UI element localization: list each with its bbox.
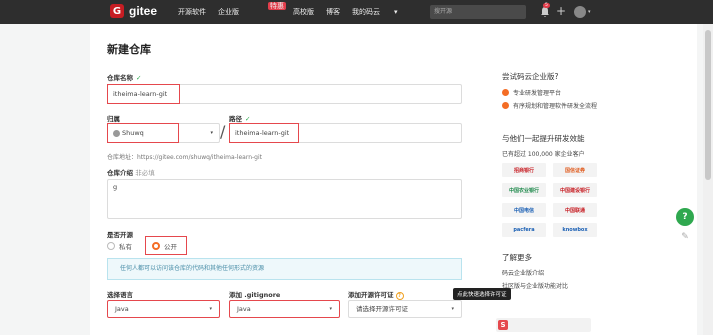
nav-link-edu[interactable]: 高校版 (293, 7, 314, 17)
chevron-down-icon: ▾ (329, 306, 332, 312)
owner-highlight (107, 123, 179, 143)
description-textarea[interactable]: g (107, 179, 462, 219)
nav-links: 开源软件 企业版 特惠 高校版 博客 我的码云 ▾ (178, 0, 422, 24)
check-circle-icon (502, 89, 509, 96)
logo-pacfera: pacfera (502, 223, 546, 237)
scrollbar-thumb[interactable] (705, 30, 711, 180)
nav-link-enterprise[interactable]: 企业版 特惠 (218, 2, 286, 17)
description-label-text: 仓库介绍 (107, 169, 133, 177)
radio-private[interactable]: 私有 (107, 241, 132, 251)
link-compare[interactable]: 社区版与企业版功能对比 (502, 281, 568, 290)
nav-link-blog[interactable]: 博客 (326, 7, 340, 17)
license-label: 添加开源许可证? (348, 289, 404, 300)
open-source-label: 是否开源 (107, 231, 133, 239)
check-icon: ✓ (245, 115, 251, 123)
public-info-banner: 任何人都可以访问该仓库的代码和其他任何形式的资源 (107, 258, 462, 280)
brand-name: gitee (129, 4, 158, 18)
avatar-chevron-down-icon[interactable]: ▾ (588, 9, 591, 15)
plus-icon[interactable]: + (556, 4, 566, 18)
nav-link-enterprise-label: 企业版 (218, 8, 239, 16)
new-repo-card: 新建仓库 仓库名称 ✓ itheima-learn-git 归属 路径 ✓ Shuw… (90, 24, 697, 335)
edit-icon[interactable]: ✎ (678, 232, 692, 246)
language-label: 选择语言 (107, 291, 133, 299)
radio-private-label: 私有 (119, 243, 132, 251)
radio-circle (107, 242, 115, 250)
feature-item: 有序规划和管理软件研发全流程 (502, 101, 597, 110)
license-select[interactable]: 请选择开源许可证 ▾ (348, 300, 462, 318)
gitignore-value: Java (237, 305, 251, 313)
language-value: Java (115, 305, 129, 313)
logo-telecom: 中国电信 (502, 203, 546, 217)
gitignore-select[interactable]: Java ▾ (229, 300, 340, 318)
enterprise-title: 尝试码云企业版? (502, 72, 559, 81)
repo-name-highlight (107, 84, 180, 104)
path-highlight (229, 123, 299, 143)
feature-text: 专业研发管理平台 (513, 90, 562, 97)
chevron-down-icon: ▾ (210, 130, 213, 136)
public-highlight (145, 236, 187, 255)
feature-text: 有序规划和管理软件研发全流程 (513, 103, 598, 110)
logo-unicom: 中国联通 (553, 203, 597, 217)
nav-link-opensource[interactable]: 开源软件 (178, 7, 206, 17)
sogou-icon: S (498, 320, 508, 330)
repo-url-text: 仓库地址：https://gitee.com/shuwq/itheima-lea… (107, 154, 262, 161)
gitignore-label: 添加 .gitignore (229, 291, 281, 299)
nav-link-my-label: 我的码云 (352, 8, 380, 16)
language-select[interactable]: Java ▾ (107, 300, 220, 318)
repo-name-label-text: 仓库名称 (107, 74, 133, 82)
path-label-text: 路径 (229, 115, 242, 123)
notification-bell[interactable]: 5 (539, 3, 551, 18)
chevron-down-icon: ▾ (394, 8, 398, 16)
special-badge: 特惠 (268, 2, 286, 10)
link-enterprise-intro[interactable]: 码云企业版介绍 (502, 268, 544, 277)
notification-count: 5 (543, 3, 550, 8)
avatar[interactable] (574, 6, 586, 18)
logo-guosen: 国信证券 (553, 163, 597, 177)
logo-ccb: 中国建设银行 (553, 183, 597, 197)
path-label: 路径 ✓ (229, 113, 250, 123)
license-label-text: 添加开源许可证 (348, 291, 394, 299)
upgrade-title: 与他们一起提升研发效能 (502, 134, 585, 143)
description-label: 仓库介绍 非必填 (107, 167, 155, 177)
search-input[interactable]: 搜开源 (430, 5, 526, 19)
description-optional: 非必填 (135, 169, 155, 177)
check-circle-icon (502, 102, 509, 109)
logo-cmb: 招商银行 (502, 163, 546, 177)
input-method-toolbar: S (496, 318, 591, 332)
chevron-down-icon: ▾ (451, 306, 454, 312)
license-placeholder: 请选择开源许可证 (356, 305, 408, 313)
feature-item: 专业研发管理平台 (502, 88, 561, 97)
learn-more-title: 了解更多 (502, 253, 532, 262)
gitee-logo-icon: G (110, 4, 124, 18)
logo-knowbox: knowbox (553, 223, 597, 237)
customer-count: 已有超过 100,000 家企业客户 (502, 151, 585, 158)
chevron-down-icon: ▾ (209, 306, 212, 312)
top-nav: G gitee 开源软件 企业版特惠 高校版 博客 我的码云 ▾ 搜开源 5 + … (0, 0, 713, 24)
nav-link-my[interactable]: 我的码云 ▾ (352, 7, 410, 17)
question-icon[interactable]: ? (395, 292, 404, 300)
check-icon: ✓ (136, 74, 142, 82)
logo-abc: 中国农业银行 (502, 183, 546, 197)
page-title: 新建仓库 (107, 43, 151, 56)
path-separator: / (220, 122, 226, 141)
repo-name-label: 仓库名称 ✓ (107, 72, 141, 82)
help-button[interactable]: ? (676, 208, 694, 226)
brand[interactable]: G gitee (110, 4, 157, 18)
owner-label: 归属 (107, 115, 120, 123)
